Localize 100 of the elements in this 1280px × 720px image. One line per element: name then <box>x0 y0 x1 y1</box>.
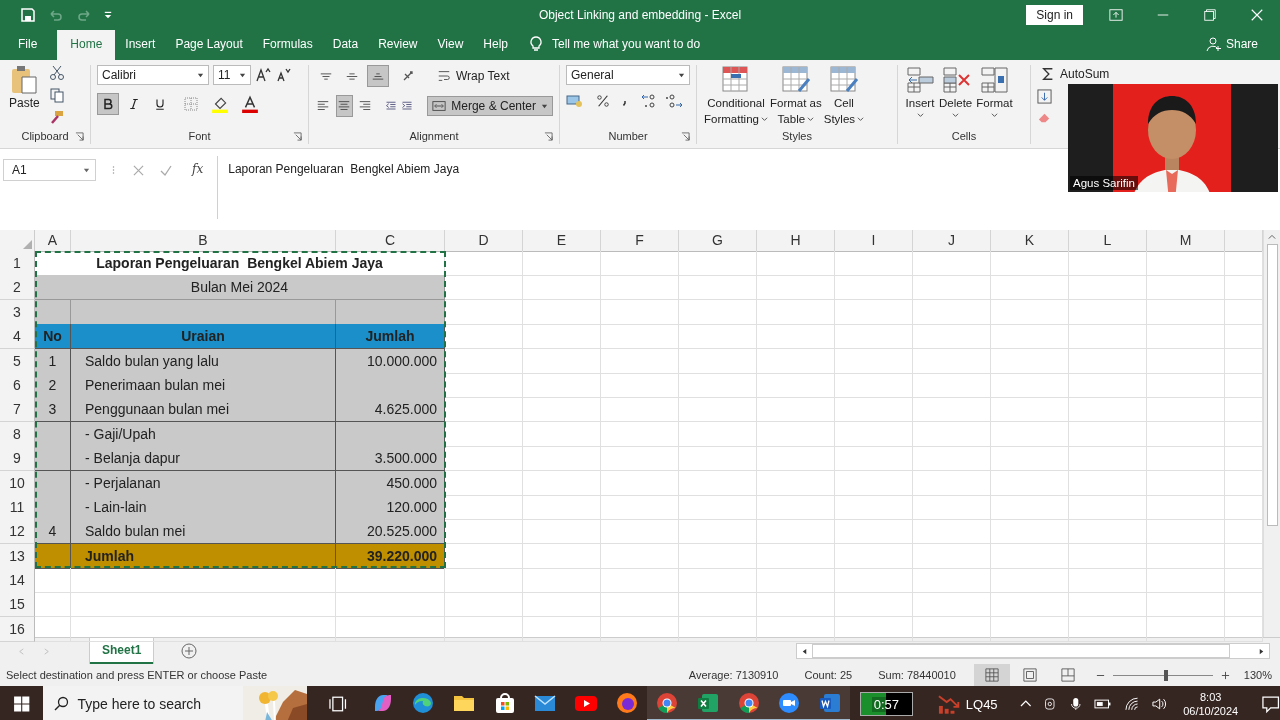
currency-icon[interactable] <box>566 93 584 109</box>
vertical-scrollbar[interactable] <box>1263 230 1280 637</box>
column-header[interactable]: E <box>523 230 601 252</box>
close-icon[interactable] <box>1250 8 1264 22</box>
column-header[interactable]: B <box>71 230 336 252</box>
stock-chart-icon[interactable] <box>936 692 960 716</box>
column-header[interactable]: J <box>913 230 991 252</box>
fill-down-icon[interactable] <box>1037 89 1052 104</box>
scissors-icon[interactable] <box>48 65 65 81</box>
row-header[interactable]: 4 <box>0 324 35 350</box>
row-header[interactable]: 9 <box>0 446 35 472</box>
wifi-icon[interactable] <box>1123 696 1140 712</box>
share-button[interactable]: Share <box>1205 36 1280 60</box>
customize-icon[interactable] <box>104 11 112 19</box>
fill-color-icon[interactable] <box>211 95 229 113</box>
paintbrush-icon[interactable] <box>48 109 65 125</box>
styles-button[interactable]: Format as Table <box>768 65 823 127</box>
zoom-in-icon[interactable] <box>1220 670 1230 680</box>
row-header[interactable]: 15 <box>0 592 35 618</box>
row-header[interactable]: 6 <box>0 372 35 398</box>
row-header[interactable]: 8 <box>0 421 35 447</box>
ribbon-tab[interactable]: Review <box>368 30 428 60</box>
font-name-dropdown[interactable]: Calibri <box>97 65 209 85</box>
dialog-launcher-icon[interactable] <box>75 131 84 141</box>
windows-start-icon[interactable] <box>13 695 31 713</box>
row-header[interactable]: 14 <box>0 568 35 594</box>
autosum-button[interactable]: AutoSum <box>1037 65 1187 83</box>
sign-in-button[interactable]: Sign in <box>1026 5 1083 25</box>
percent-icon[interactable] <box>596 94 610 108</box>
merge-center-button[interactable]: Merge & Center <box>427 96 553 116</box>
speaker-icon[interactable] <box>1151 696 1167 712</box>
recording-timer[interactable]: 0:57 <box>860 692 913 716</box>
shrink-font-icon[interactable] <box>275 67 291 83</box>
number-format-dropdown[interactable]: General <box>566 65 690 85</box>
dialog-launcher-icon[interactable] <box>681 131 690 141</box>
scroll-right-icon[interactable] <box>1258 647 1265 655</box>
grow-font-icon[interactable] <box>255 67 271 83</box>
column-header[interactable]: H <box>757 230 835 252</box>
row-header[interactable]: 5 <box>0 348 35 374</box>
scroll-thumb[interactable] <box>812 644 1230 658</box>
slider-thumb[interactable] <box>1163 669 1168 681</box>
paste-button[interactable]: Paste <box>6 65 43 111</box>
column-header[interactable]: I <box>835 230 913 252</box>
camera-icon[interactable] <box>1043 697 1057 711</box>
tell-me-search[interactable]: Tell me what you want to do <box>552 37 701 60</box>
column-header[interactable]: C <box>336 230 445 252</box>
column-header[interactable]: A <box>35 230 71 252</box>
column-header[interactable]: G <box>679 230 757 252</box>
font-size-dropdown[interactable]: 11 <box>213 65 251 85</box>
row-header[interactable]: 7 <box>0 397 35 423</box>
wrap-text-button[interactable]: Wrap Text <box>433 67 514 85</box>
ribbon-display-icon[interactable] <box>1109 8 1123 22</box>
dialog-launcher-icon[interactable] <box>293 131 302 141</box>
ribbon-tab[interactable]: Data <box>322 30 369 60</box>
battery-icon[interactable] <box>1094 698 1112 710</box>
restore-icon[interactable] <box>1203 8 1217 22</box>
ribbon-tab[interactable]: Insert <box>115 30 166 60</box>
ribbon-tab[interactable]: View <box>427 30 474 60</box>
ribbon-tab[interactable]: Page Layout <box>165 30 253 60</box>
zoom-level[interactable]: 130% <box>1243 669 1272 681</box>
copy-icon[interactable] <box>48 87 65 103</box>
ribbon-tab[interactable]: Formulas <box>252 30 323 60</box>
cells-button[interactable]: Format <box>975 65 1014 119</box>
cells-button[interactable]: Insert <box>904 65 936 119</box>
row-header[interactable]: 1 <box>0 251 35 276</box>
insert-function-button[interactable]: fx <box>192 162 204 176</box>
horizontal-scrollbar[interactable] <box>796 643 1270 659</box>
chrome-app-icon[interactable] <box>646 686 688 720</box>
row-header[interactable]: 3 <box>0 299 35 325</box>
decrease-decimal-icon[interactable] <box>664 93 684 109</box>
horizontal-align-button[interactable] <box>335 95 353 117</box>
dialog-launcher-icon[interactable] <box>544 131 553 141</box>
ribbon-tab[interactable]: Home <box>57 30 116 60</box>
font-color-icon[interactable] <box>241 95 259 113</box>
row-header[interactable]: 12 <box>0 519 35 545</box>
column-header[interactable]: K <box>991 230 1069 252</box>
word-app-icon[interactable] <box>809 686 851 720</box>
row-header[interactable]: 16 <box>0 616 35 642</box>
styles-button[interactable]: Cell Styles <box>822 65 866 127</box>
taskbar-search-field[interactable]: Type here to search <box>43 686 307 720</box>
row-header[interactable]: 10 <box>0 470 35 496</box>
notifications-icon[interactable] <box>1260 694 1280 714</box>
search-input[interactable]: Type here to search <box>77 696 228 712</box>
add-sheet-icon[interactable] <box>181 643 198 659</box>
ribbon-tab[interactable]: File <box>0 30 48 60</box>
scroll-left-icon[interactable] <box>801 647 808 655</box>
scroll-thumb[interactable] <box>1266 244 1278 526</box>
styles-button[interactable]: Conditional Formatting <box>703 65 769 127</box>
name-box[interactable]: A1 <box>3 159 96 181</box>
cells-button[interactable]: Delete <box>938 65 974 119</box>
sheet-tab[interactable]: Sheet1 <box>90 638 154 664</box>
stock-ticker[interactable]: LQ45 <box>965 696 998 712</box>
column-header[interactable]: M <box>1147 230 1225 252</box>
row-header[interactable]: 13 <box>0 543 35 569</box>
row-header[interactable]: 2 <box>0 275 35 301</box>
clock[interactable]: 8:03 06/10/2024 <box>1180 690 1241 718</box>
row-header[interactable]: 11 <box>0 494 35 520</box>
ribbon-tab[interactable]: Help <box>473 30 518 60</box>
column-header[interactable]: L <box>1069 230 1147 252</box>
bold-button[interactable] <box>97 93 119 115</box>
